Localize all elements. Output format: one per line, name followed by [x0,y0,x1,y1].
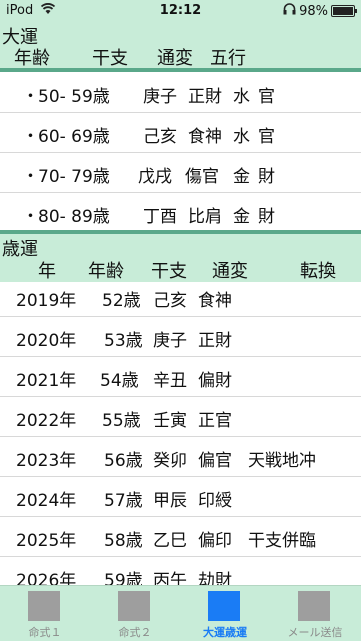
tab-meishiki2[interactable]: 命式２ [90,586,180,641]
tab-daiun-saiun-icon [208,591,240,621]
saiun-row[interactable]: 2024年 57歳 甲辰 印綬 [0,476,361,517]
daiun-gogyo2: 財 [258,167,275,187]
daiun-gogyo1: 金 [233,207,250,227]
saiun-kanshi: 甲辰 [153,491,187,511]
bullet: ・ [22,87,39,107]
saiun-tenkan: 天戦地冲 [248,451,316,471]
saiun-row[interactable]: 2023年 56歳 癸卯 偏官 天戦地冲 [0,436,361,477]
saiun-kanshi: 壬寅 [153,411,187,431]
bullet: ・ [22,207,39,227]
saiun-year: 2020年 [16,331,77,351]
daiun-age: 60- 69歳 [38,127,110,147]
saiun-tenkan: 干支併臨 [248,531,316,551]
saiun-kanshi: 辛丑 [153,371,187,391]
saiun-year: 2023年 [16,451,77,471]
daiun-tsuhen: 正財 [188,87,222,107]
status-bar: iPod 12:12 98% [0,0,361,22]
saiun-year: 2022年 [16,411,77,431]
daiun-tsuhen: 傷官 [185,167,219,187]
tab-mail-icon [298,591,330,621]
saiun-row[interactable]: 2022年 55歳 壬寅 正官 [0,396,361,437]
saiun-tsuhen: 印綬 [198,491,232,511]
saiun-kanshi: 癸卯 [153,451,187,471]
saiun-tsuhen: 偏財 [198,371,232,391]
daiun-age: 50- 59歳 [38,87,110,107]
daiun-row[interactable]: ・ 70- 79歳 戊戌 傷官 金 財 [0,152,361,193]
daiun-tsuhen: 食神 [188,127,222,147]
tab-label: 命式１ [28,626,62,639]
saiun-row[interactable]: 2019年 52歳 己亥 食神 [0,276,361,317]
tab-mail[interactable]: メール送信 [270,586,360,641]
saiun-row[interactable]: 2025年 58歳 乙巳 偏印 干支併臨 [0,516,361,557]
saiun-kanshi: 乙巳 [153,531,187,551]
saiun-age: 52歳 [102,291,141,311]
daiun-gogyo2: 財 [258,207,275,227]
daiun-kanshi: 己亥 [143,127,177,147]
saiun-age: 56歳 [104,451,143,471]
daiun-col-age: 年齢 [14,48,50,69]
headphones-icon [283,3,296,19]
saiun-age: 57歳 [104,491,143,511]
daiun-col-tsuhen: 通変 [157,48,193,69]
daiun-gogyo1: 金 [233,167,250,187]
bullet: ・ [22,167,39,187]
daiun-age: 70- 79歳 [38,167,110,187]
tab-daiun-saiun[interactable]: 大運歳運 [180,586,270,641]
saiun-tsuhen: 正官 [198,411,232,431]
daiun-header: 大運 年齢 干支 通変 五行 [0,22,361,69]
tab-meishiki1[interactable]: 命式１ [0,586,90,641]
saiun-kanshi: 己亥 [153,291,187,311]
daiun-kanshi: 庚子 [143,87,177,107]
saiun-row[interactable]: 2020年 53歳 庚子 正財 [0,316,361,357]
daiun-age: 80- 89歳 [38,207,110,227]
saiun-year: 2021年 [16,371,77,391]
saiun-age: 54歳 [100,371,139,391]
daiun-kanshi: 丁酉 [143,207,177,227]
daiun-gogyo2: 官 [258,127,275,147]
tab-meishiki2-icon [118,591,150,621]
tab-label: 大運歳運 [203,626,247,639]
saiun-age: 53歳 [104,331,143,351]
daiun-gogyo1: 水 [233,127,250,147]
saiun-title: 歳運 [2,239,38,260]
daiun-col-kanshi: 干支 [92,48,128,69]
saiun-row[interactable]: 2021年 54歳 辛丑 偏財 [0,356,361,397]
daiun-gogyo1: 水 [233,87,250,107]
saiun-tsuhen: 偏官 [198,451,232,471]
saiun-age: 58歳 [104,531,143,551]
bullet: ・ [22,127,39,147]
daiun-col-gogyo: 五行 [210,48,246,69]
battery-icon [331,5,357,17]
saiun-year: 2019年 [16,291,77,311]
saiun-header: 歳運 年 年齢 干支 通変 転換 [0,234,361,282]
daiun-row[interactable]: ・ 50- 59歳 庚子 正財 水 官 [0,72,361,113]
daiun-row[interactable]: ・ 60- 69歳 己亥 食神 水 官 [0,112,361,153]
saiun-tsuhen: 偏印 [198,531,232,551]
daiun-gogyo2: 官 [258,87,275,107]
daiun-row[interactable]: ・ 80- 89歳 丁酉 比肩 金 財 [0,192,361,233]
tab-label: メール送信 [287,626,343,639]
saiun-year: 2024年 [16,491,77,511]
saiun-year: 2025年 [16,531,77,551]
daiun-kanshi: 戊戌 [138,167,172,187]
tab-bar: 命式１ 命式２ 大運歳運 メール送信 [0,585,361,641]
tab-meishiki1-icon [28,591,60,621]
daiun-tsuhen: 比肩 [188,207,222,227]
saiun-kanshi: 庚子 [153,331,187,351]
saiun-age: 55歳 [102,411,141,431]
tab-label: 命式２ [118,626,152,639]
battery-percent: 98% [299,3,328,19]
saiun-tsuhen: 食神 [198,291,232,311]
saiun-tsuhen: 正財 [198,331,232,351]
